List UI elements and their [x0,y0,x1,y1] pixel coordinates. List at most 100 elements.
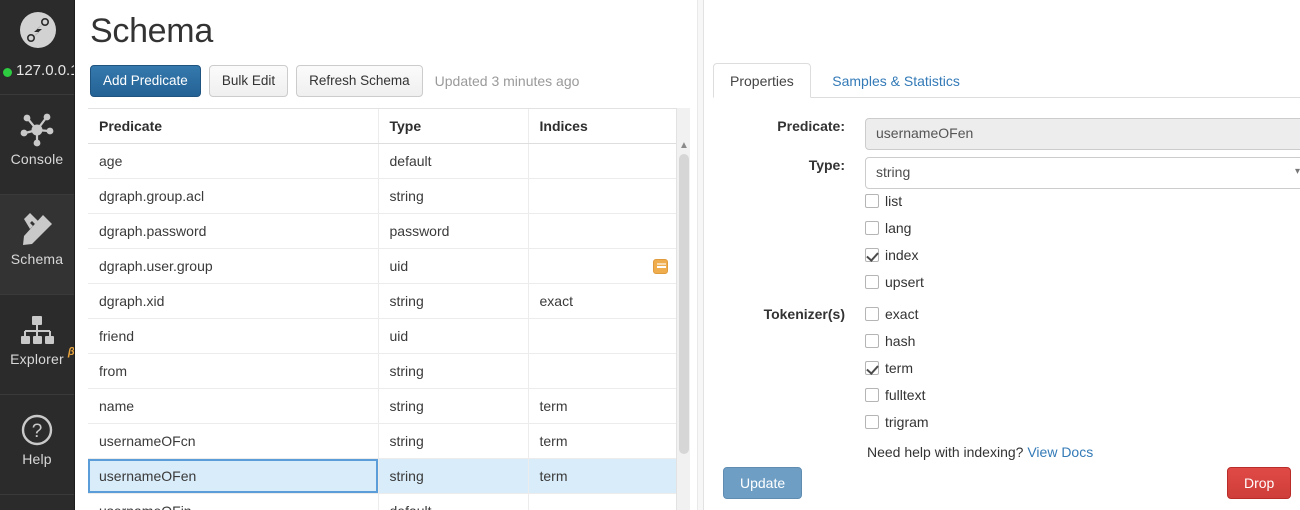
checkbox-label-index: index [885,247,918,263]
cell-predicate: dgraph.user.group [88,249,378,284]
bulk-edit-button[interactable]: Bulk Edit [209,65,288,97]
checkbox-lang[interactable] [865,221,879,235]
table-body: agedefaultdgraph.group.aclstringdgraph.p… [88,144,676,510]
cell-type: string [378,459,528,494]
view-docs-link[interactable]: View Docs [1027,444,1093,460]
pencil-ruler-icon [0,195,74,251]
flag-upsert[interactable]: upsert [865,274,924,290]
table-row[interactable]: dgraph.xidstringexact [88,284,676,319]
cell-indices: term [528,389,676,424]
table-row[interactable]: frienduid [88,319,676,354]
scroll-up-arrow-icon[interactable]: ▲ [677,140,691,152]
checkbox-trigram[interactable] [865,415,879,429]
sidebar-item-label-schema: Schema [11,251,64,267]
checkbox-label-exact: exact [885,306,918,322]
updated-timestamp: Updated 3 minutes ago [435,73,580,89]
table-row[interactable]: dgraph.user.groupuid [88,249,676,284]
schema-page: 127.0.0.1 Console [0,0,1300,510]
refresh-schema-button[interactable]: Refresh Schema [296,65,423,97]
sidebar-server-ip: 127.0.0.1 [0,62,75,79]
checkbox-label-upsert: upsert [885,274,924,290]
column-header-type: Type [378,109,528,144]
table-row[interactable]: agedefault [88,144,676,179]
graph-nodes-icon [0,95,74,151]
sidebar-item-schema[interactable]: Schema [0,195,74,295]
column-header-predicate: Predicate [88,109,378,144]
add-predicate-button[interactable]: Add Predicate [90,65,201,97]
checkbox-upsert[interactable] [865,275,879,289]
checkbox-term[interactable] [865,361,879,375]
cell-indices [528,144,676,179]
table-scrollbar[interactable]: ▲ [676,108,690,510]
predicate-label: Predicate: [705,118,845,134]
cell-type: string [378,284,528,319]
cell-predicate: dgraph.group.acl [88,179,378,214]
sidebar-item-explorer[interactable]: Explorerβ [0,295,74,395]
cell-predicate: from [88,354,378,389]
help-line: Need help with indexing? View Docs [867,444,1093,460]
cell-type: uid [378,319,528,354]
table-row[interactable]: usernameOFcnstringterm [88,424,676,459]
question-circle-icon: ? [0,395,74,451]
sidebar: 127.0.0.1 Console [0,0,75,510]
flag-list[interactable]: list [865,193,902,209]
scrollbar-thumb[interactable] [679,154,689,454]
page-title: Schema [75,0,705,51]
table-row[interactable]: dgraph.group.aclstring [88,179,676,214]
schema-table: PredicateTypeIndices agedefaultdgraph.gr… [88,109,676,510]
svg-text:?: ? [32,421,43,442]
checkbox-label-term: term [885,360,913,376]
table-row[interactable]: dgraph.passwordpassword [88,214,676,249]
sidebar-item-help[interactable]: ? Help [0,395,74,495]
cell-indices [528,319,676,354]
cell-indices [528,249,676,284]
pane-divider[interactable] [697,0,704,510]
cell-type: default [378,144,528,179]
cell-type: string [378,354,528,389]
tokenizer-trigram[interactable]: trigram [865,414,929,430]
cell-indices [528,354,676,389]
checkbox-list[interactable] [865,194,879,208]
schema-table-container: PredicateTypeIndices agedefaultdgraph.gr… [88,108,690,510]
cell-type: string [378,179,528,214]
cell-type: string [378,424,528,459]
checkbox-exact[interactable] [865,307,879,321]
schema-toolbar: Add Predicate Bulk Edit Refresh Schema U… [75,51,705,97]
cell-indices [528,494,676,510]
cell-type: string [378,389,528,424]
tokenizer-hash[interactable]: hash [865,333,915,349]
tokenizer-term[interactable]: term [865,360,913,376]
cell-type: default [378,494,528,510]
properties-panel: Properties Samples & Statistics Predicat… [705,0,1300,510]
table-row[interactable]: fromstring [88,354,676,389]
flag-lang[interactable]: lang [865,220,911,236]
chevron-down-icon[interactable]: ▾ [1295,157,1300,187]
type-select[interactable]: string [865,157,1300,189]
sidebar-item-console[interactable]: Console [0,95,74,195]
checkbox-fulltext[interactable] [865,388,879,402]
tokenizer-fulltext[interactable]: fulltext [865,387,925,403]
cell-type: password [378,214,528,249]
checkbox-hash[interactable] [865,334,879,348]
cell-type: uid [378,249,528,284]
table-row[interactable]: usernameOFenstringterm [88,459,676,494]
table-row[interactable]: namestringterm [88,389,676,424]
sidebar-brand: 127.0.0.1 [0,0,74,95]
cell-predicate: friend [88,319,378,354]
predicate-input[interactable]: usernameOFen [865,118,1300,150]
tab-properties[interactable]: Properties [713,63,811,98]
cell-predicate: name [88,389,378,424]
drop-button[interactable]: Drop [1227,467,1291,499]
tokenizer-exact[interactable]: exact [865,306,918,322]
update-button[interactable]: Update [723,467,802,499]
flag-index[interactable]: index [865,247,918,263]
column-header-indices: Indices [528,109,676,144]
checkbox-label-hash: hash [885,333,915,349]
checkbox-index[interactable] [865,248,879,262]
beta-badge: β [68,346,75,358]
table-header-row: PredicateTypeIndices [88,109,676,144]
tab-samples-statistics[interactable]: Samples & Statistics [815,63,977,98]
table-row[interactable]: usernameOFindefault [88,494,676,510]
cell-indices: exact [528,284,676,319]
checkbox-label-fulltext: fulltext [885,387,925,403]
